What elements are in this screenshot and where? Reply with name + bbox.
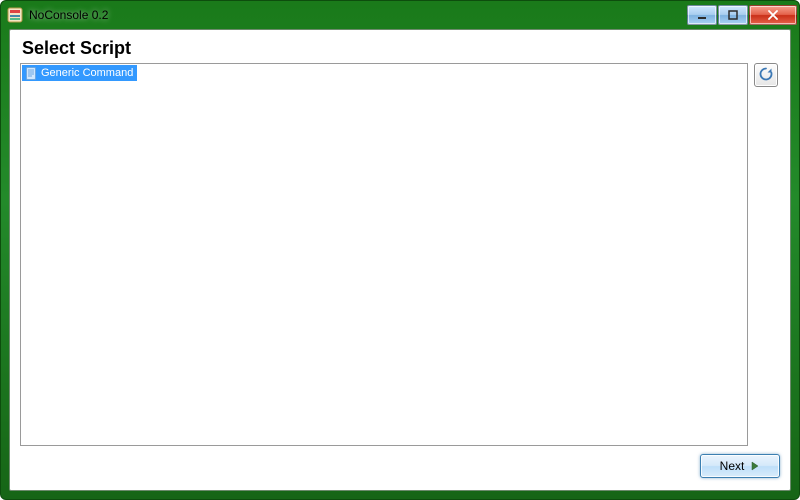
application-window: NoConsole 0.2 Select Script [0,0,800,500]
refresh-button[interactable] [754,63,778,87]
script-file-icon [24,66,38,80]
window-title: NoConsole 0.2 [29,8,686,22]
next-arrow-icon [750,461,760,471]
minimize-button[interactable] [687,5,717,25]
script-list[interactable]: Generic Command [20,63,748,446]
close-button[interactable] [749,5,797,25]
content-row: Generic Command [20,63,780,446]
footer: Next [20,446,780,480]
list-item-label: Generic Command [41,67,133,79]
next-button-label: Next [720,459,745,473]
page-heading: Select Script [22,38,780,59]
maximize-button[interactable] [718,5,748,25]
app-icon [7,7,23,23]
titlebar[interactable]: NoConsole 0.2 [1,1,799,29]
client-area: Select Script Generic Command [9,29,791,491]
list-item[interactable]: Generic Command [22,65,137,81]
side-column [754,63,780,446]
refresh-icon [758,66,774,85]
next-button[interactable]: Next [700,454,780,478]
window-controls [686,5,797,25]
